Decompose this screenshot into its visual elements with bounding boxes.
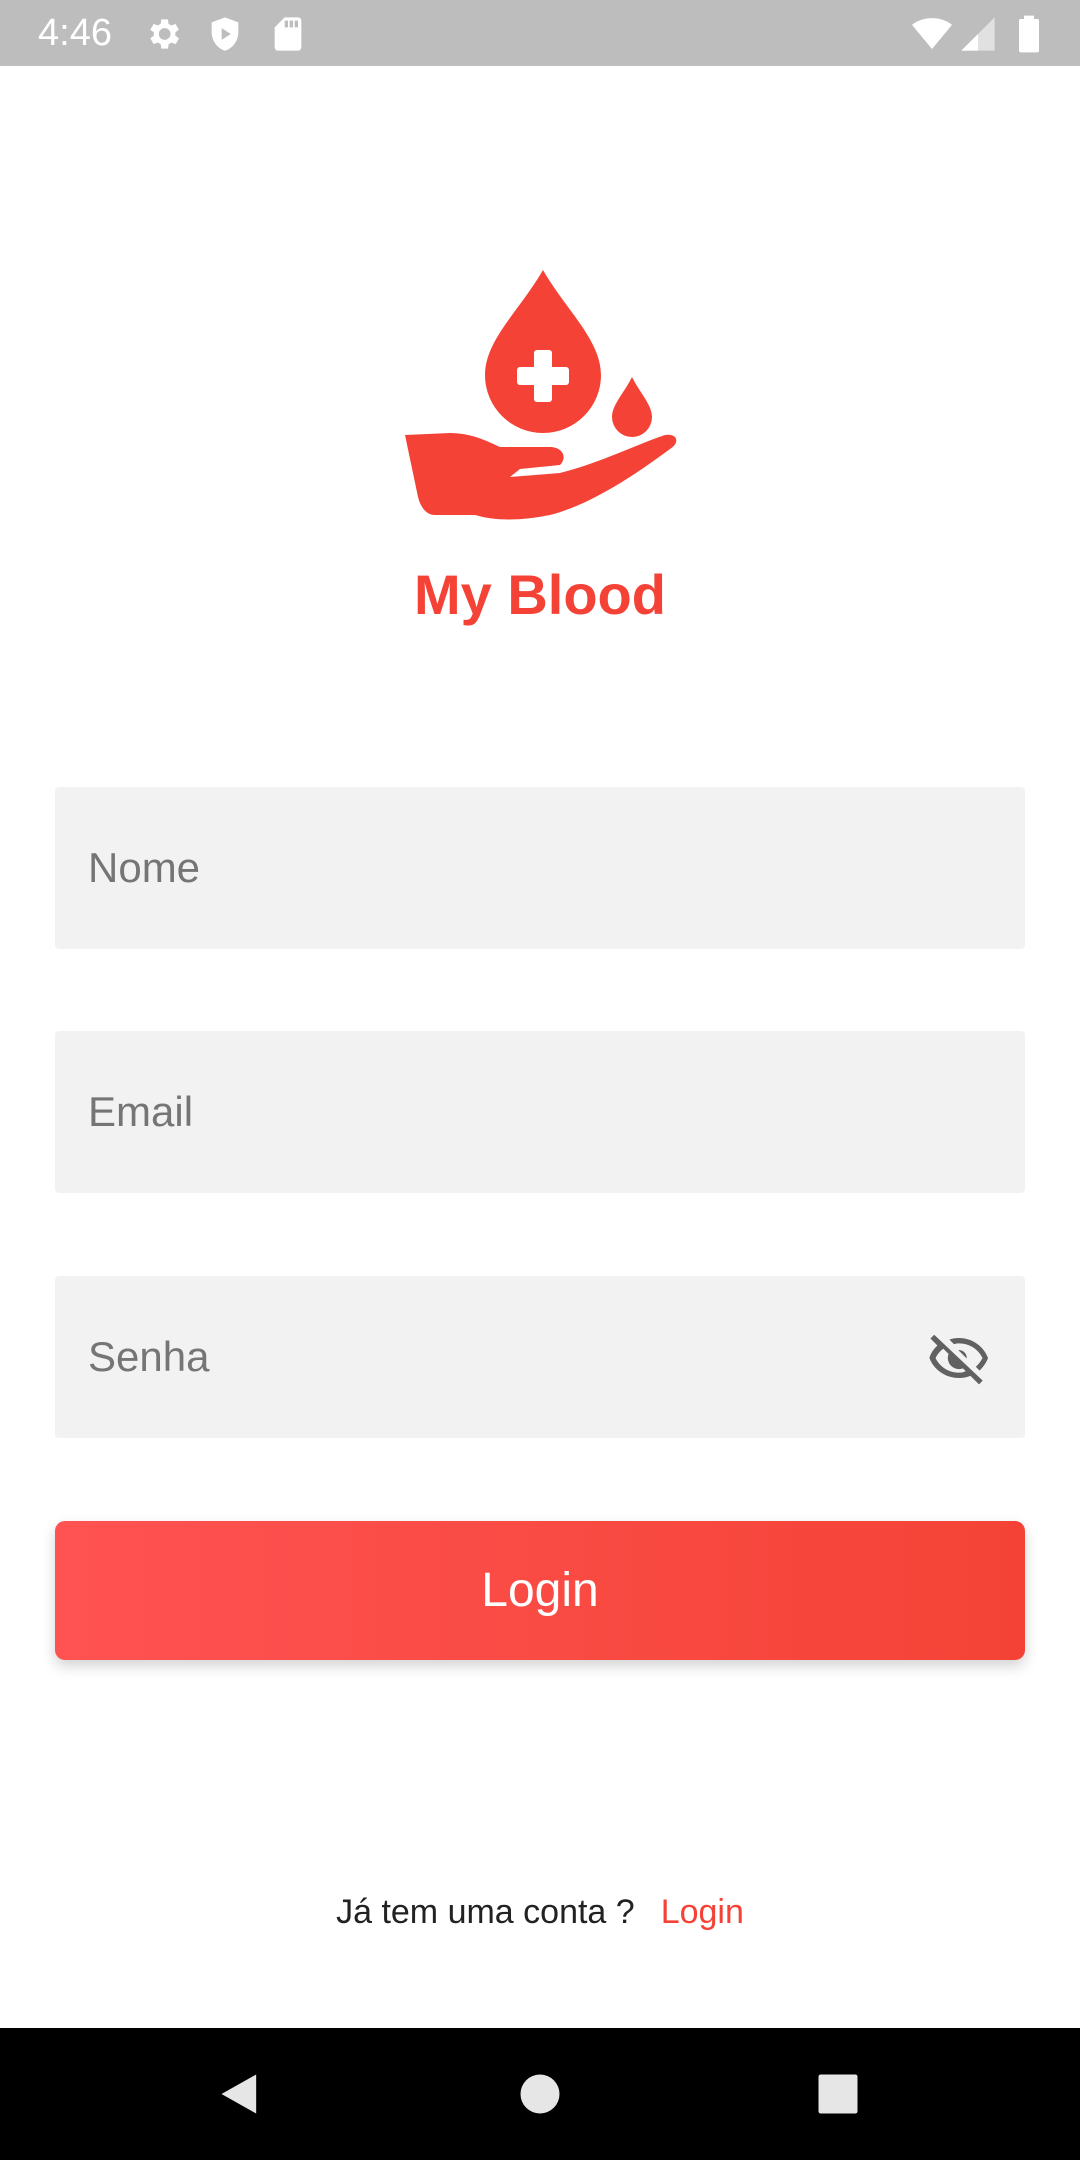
account-prompt-text: Já tem uma conta ? [336, 1893, 635, 1931]
eye-off-icon[interactable] [927, 1326, 991, 1390]
gear-icon [150, 19, 179, 49]
battery-icon [1019, 15, 1039, 53]
shield-icon [211, 17, 239, 51]
account-prompt: Já tem uma conta ? Login [0, 1890, 1080, 1934]
signal-icon [961, 17, 995, 51]
email-field-container [55, 1031, 1025, 1193]
password-input[interactable] [88, 1276, 938, 1438]
status-time: 4:46 [38, 12, 112, 54]
sd-card-icon [274, 17, 302, 51]
wifi-icon [912, 18, 952, 49]
name-field-container [55, 787, 1025, 949]
home-icon[interactable] [514, 2068, 566, 2120]
login-link[interactable]: Login [661, 1893, 744, 1931]
signup-screen: 4:46 My Blood Nome Email Login Já tem um… [0, 0, 1080, 2160]
password-field-container [55, 1276, 1025, 1438]
name-input[interactable] [88, 787, 938, 949]
blood-drop-hand-logo [405, 270, 677, 520]
email-input[interactable] [88, 1031, 938, 1193]
status-bar: 4:46 [0, 0, 1080, 66]
recents-icon[interactable] [812, 2068, 864, 2120]
app-name: My Blood [414, 563, 666, 626]
navigation-bar [0, 2028, 1080, 2160]
back-icon[interactable] [215, 2068, 267, 2120]
login-button[interactable]: Login [55, 1521, 1025, 1660]
